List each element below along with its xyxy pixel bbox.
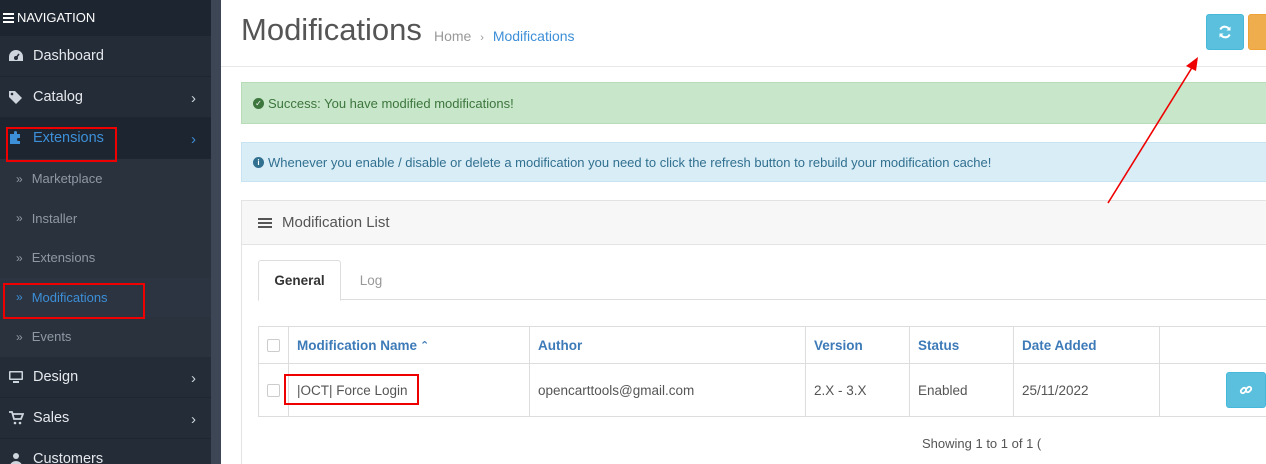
cell-name: |OCT| Force Login bbox=[288, 364, 529, 416]
pagination-summary: Showing 1 to 1 of 1 ( bbox=[922, 436, 1042, 451]
breadcrumb-home-link[interactable]: Home bbox=[434, 28, 471, 44]
column-header-author[interactable]: Author bbox=[529, 327, 805, 363]
double-chevron-icon: » bbox=[16, 329, 23, 344]
column-header-date-added[interactable]: Date Added bbox=[1013, 327, 1159, 363]
dashboard-icon bbox=[7, 48, 25, 64]
chevron-right-icon: › bbox=[191, 369, 196, 387]
refresh-button[interactable] bbox=[1206, 14, 1244, 50]
success-alert: ✓ Success: You have modified modificatio… bbox=[241, 82, 1266, 124]
column-header-label: Modification Name bbox=[297, 337, 418, 353]
user-icon bbox=[7, 451, 25, 464]
sidebar-item-label: Extensions bbox=[33, 130, 104, 146]
sidebar-item-sales[interactable]: Sales › bbox=[0, 398, 211, 439]
sidebar-item-label: Customers bbox=[33, 450, 104, 464]
chevron-right-icon: › bbox=[191, 410, 196, 428]
tabs: General Log bbox=[258, 260, 1266, 301]
desktop-icon bbox=[7, 369, 25, 385]
sidebar-item-design[interactable]: Design › bbox=[0, 357, 211, 398]
info-alert-text: Whenever you enable / disable or delete … bbox=[268, 154, 992, 170]
sidebar: NAVIGATION Dashboard Catalog › Extension… bbox=[0, 0, 211, 464]
cell-version: 2.X - 3.X bbox=[805, 364, 909, 416]
double-chevron-icon: » bbox=[16, 250, 23, 265]
nav-title-label: NAVIGATION bbox=[17, 10, 96, 25]
sidebar-item-label: Sales bbox=[33, 409, 70, 426]
sidebar-subitem-modifications[interactable]: » Modifications bbox=[0, 277, 211, 317]
column-header-version[interactable]: Version bbox=[805, 327, 909, 363]
sidebar-subitem-label: Events bbox=[31, 329, 72, 345]
sidebar-subitem-installer[interactable]: » Installer bbox=[0, 198, 211, 238]
sidebar-item-customers[interactable]: Customers bbox=[0, 439, 211, 464]
select-all-checkbox[interactable] bbox=[267, 338, 280, 352]
chevron-right-icon: › bbox=[191, 90, 196, 107]
nav-title: NAVIGATION bbox=[0, 0, 211, 36]
sidebar-subitem-label: Modifications bbox=[31, 289, 108, 305]
puzzle-icon bbox=[7, 130, 25, 146]
tags-icon bbox=[7, 89, 25, 105]
info-circle-icon: i bbox=[253, 156, 264, 168]
refresh-icon bbox=[1219, 25, 1231, 39]
row-checkbox[interactable] bbox=[267, 383, 280, 397]
success-alert-text: Success: You have modified modifications… bbox=[268, 95, 514, 111]
modification-list-panel: Modification List General Log Modificati… bbox=[241, 200, 1266, 464]
panel-heading: Modification List bbox=[242, 201, 1266, 245]
table-header-row: Modification Name ⌃ Author Version Statu… bbox=[258, 327, 1266, 364]
sidebar-scrollbar[interactable] bbox=[211, 0, 221, 464]
menu-icon[interactable] bbox=[3, 11, 14, 25]
list-icon bbox=[258, 216, 272, 230]
breadcrumb: Home › Modifications bbox=[434, 28, 575, 44]
double-chevron-icon: » bbox=[16, 290, 23, 305]
modification-table: Modification Name ⌃ Author Version Statu… bbox=[258, 326, 1266, 417]
sidebar-subitem-marketplace[interactable]: » Marketplace bbox=[0, 159, 211, 199]
sidebar-item-extensions[interactable]: Extensions › bbox=[0, 118, 211, 159]
row-select-cell bbox=[258, 364, 288, 416]
link-icon bbox=[1239, 385, 1253, 395]
cell-action bbox=[1159, 364, 1266, 416]
double-chevron-icon: » bbox=[16, 211, 23, 226]
sidebar-item-label: Catalog bbox=[33, 89, 83, 105]
cart-icon bbox=[7, 410, 25, 426]
page-title: Modifications bbox=[241, 12, 422, 47]
chevron-right-icon: › bbox=[191, 131, 196, 148]
check-circle-icon: ✓ bbox=[253, 97, 264, 109]
sidebar-item-label: Design bbox=[33, 368, 79, 385]
sidebar-item-dashboard[interactable]: Dashboard bbox=[0, 36, 211, 77]
clear-button[interactable] bbox=[1248, 14, 1266, 50]
sidebar-subitem-label: Installer bbox=[31, 210, 78, 226]
sidebar-subitem-extensions[interactable]: » Extensions bbox=[0, 238, 211, 278]
cell-status: Enabled bbox=[909, 364, 1013, 416]
double-chevron-icon: » bbox=[16, 171, 23, 186]
column-header-name[interactable]: Modification Name ⌃ bbox=[288, 327, 529, 363]
link-button[interactable] bbox=[1226, 372, 1266, 408]
info-alert: i Whenever you enable / disable or delet… bbox=[241, 142, 1266, 182]
breadcrumb-separator: › bbox=[480, 32, 484, 44]
main-content: Modifications Home › Modifications ✓ Suc… bbox=[221, 0, 1266, 464]
cell-author: opencarttools@gmail.com bbox=[529, 364, 805, 416]
sidebar-item-label: Dashboard bbox=[33, 48, 104, 64]
tab-general[interactable]: General bbox=[258, 260, 341, 301]
sort-asc-icon: ⌃ bbox=[420, 339, 430, 352]
column-header-status[interactable]: Status bbox=[909, 327, 1013, 363]
tab-log[interactable]: Log bbox=[358, 260, 384, 301]
cell-date-added: 25/11/2022 bbox=[1013, 364, 1159, 416]
page-header: Modifications Home › Modifications bbox=[221, 0, 1266, 67]
sidebar-subitem-events[interactable]: » Events bbox=[0, 317, 211, 357]
table-row: |OCT| Force Login opencarttools@gmail.co… bbox=[258, 364, 1266, 417]
sidebar-subitem-label: Extensions bbox=[31, 250, 96, 266]
column-header-action bbox=[1159, 327, 1266, 363]
sidebar-subitem-label: Marketplace bbox=[31, 171, 103, 187]
sidebar-item-catalog[interactable]: Catalog › bbox=[0, 77, 211, 118]
select-all-cell bbox=[258, 327, 288, 363]
breadcrumb-current-link[interactable]: Modifications bbox=[493, 28, 575, 44]
panel-title: Modification List bbox=[282, 214, 390, 231]
